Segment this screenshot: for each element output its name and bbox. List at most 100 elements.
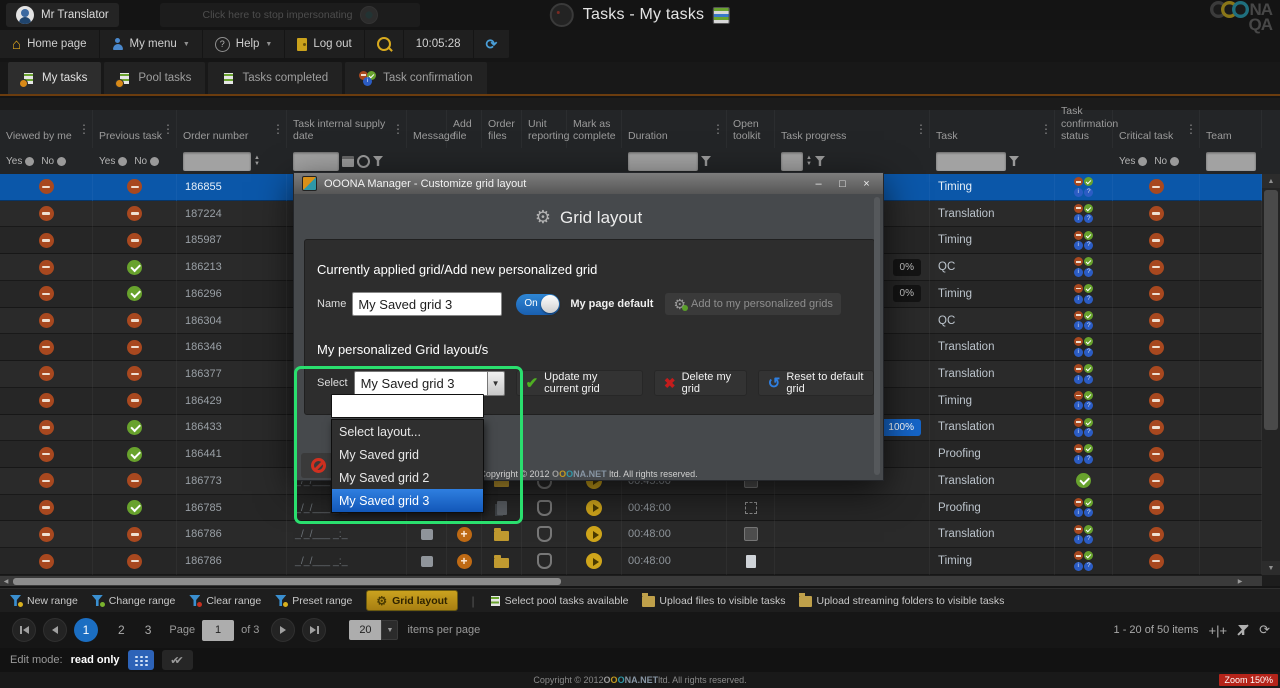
spinner-icon[interactable]: ▲▼ (254, 156, 260, 167)
order-files-stack-icon[interactable] (497, 501, 507, 515)
page-size-select[interactable]: 20 (349, 620, 381, 640)
preset-range-button[interactable]: Preset range (275, 595, 352, 607)
table-row[interactable]: 186785_/_/___ _:_00:48:00Proofingi? (0, 495, 1262, 522)
scroll-up-icon[interactable]: ▲ (1262, 174, 1280, 188)
select-pool-tasks-button[interactable]: Select pool tasks available (489, 594, 629, 607)
tab-my-tasks[interactable]: My tasks (8, 62, 101, 94)
unit-reporting-icon[interactable] (537, 526, 552, 542)
clear-range-button[interactable]: Clear range (189, 595, 261, 607)
dialog-scrollbar[interactable] (874, 197, 880, 475)
last-page-button[interactable] (302, 618, 326, 642)
scroll-right-icon[interactable]: ▶ (1234, 578, 1246, 585)
unit-reporting-icon[interactable] (537, 500, 552, 516)
filter-funnel-icon[interactable] (701, 156, 711, 166)
tab-pool-tasks[interactable]: Pool tasks (104, 62, 205, 94)
clock-icon[interactable] (357, 155, 370, 168)
column-header-duration[interactable]: Duration⋮ (622, 110, 727, 148)
no-radio[interactable] (1170, 157, 1179, 166)
column-header-files[interactable]: Order files (482, 110, 522, 148)
menu-home-page[interactable]: ⌂ Home page (0, 30, 100, 58)
column-header-msg[interactable]: Message (407, 110, 447, 148)
yes-radio[interactable] (118, 157, 127, 166)
column-header-date[interactable]: Task internal supply date⋮ (287, 110, 407, 148)
previous-page-button[interactable] (43, 618, 67, 642)
column-header-team[interactable]: Team (1200, 110, 1262, 148)
stop-impersonating-button[interactable]: Click here to stop impersonating (160, 3, 420, 27)
filter-funnel-icon[interactable] (815, 156, 825, 166)
menu-search[interactable] (365, 30, 404, 58)
menu-refresh[interactable]: ⟳ (474, 30, 511, 58)
order-files-folder-icon[interactable] (494, 531, 509, 541)
minimize-button[interactable]: – (810, 178, 827, 190)
fit-columns-icon[interactable]: +|+ (1209, 623, 1228, 638)
tab-task-confirmation[interactable]: i Task confirmation (345, 62, 486, 94)
filter-input[interactable] (183, 152, 251, 171)
grid-view-button[interactable] (128, 650, 154, 670)
new-range-button[interactable]: New range (10, 595, 78, 607)
dropdown-option[interactable]: Select layout... (332, 420, 483, 443)
calendar-icon[interactable] (342, 156, 354, 167)
column-header-critical[interactable]: Critical task⋮ (1113, 110, 1200, 148)
message-icon[interactable] (421, 529, 433, 540)
page-size-arrow-icon[interactable]: ▼ (381, 620, 398, 640)
page-2-button[interactable]: 2 (118, 623, 125, 637)
next-page-button[interactable] (271, 618, 295, 642)
dialog-title-bar[interactable]: OOONA Manager - Customize grid layout – … (294, 173, 883, 194)
spinner-icon[interactable]: ▲▼ (806, 156, 812, 167)
tab-tasks-completed[interactable]: Tasks completed (208, 62, 342, 94)
current-user-chip[interactable]: Mr Translator (6, 3, 119, 27)
filter-input[interactable] (628, 152, 698, 171)
add-file-icon[interactable]: + (457, 527, 472, 542)
column-header-task[interactable]: Task⋮ (930, 110, 1055, 148)
update-grid-button[interactable]: ✔ Update my current grid (516, 370, 643, 396)
no-radio[interactable] (150, 157, 159, 166)
upload-files-button[interactable]: Upload files to visible tasks (642, 594, 785, 607)
menu-help[interactable]: ? Help ▼ (203, 30, 286, 58)
column-menu-icon[interactable]: ⋮ (78, 122, 90, 136)
column-menu-icon[interactable]: ⋮ (272, 122, 284, 136)
select-arrow-icon[interactable]: ▼ (488, 371, 505, 396)
reset-grid-button[interactable]: ↺ Reset to default grid (758, 370, 874, 396)
no-radio[interactable] (57, 157, 66, 166)
column-header-progress[interactable]: Task progress⋮ (775, 110, 930, 148)
order-files-folder-icon[interactable] (494, 558, 509, 568)
column-menu-icon[interactable]: ⋮ (162, 122, 174, 136)
table-row[interactable]: 186786_/_/___ _:_+00:48:00Timingi? (0, 548, 1262, 575)
unit-reporting-icon[interactable] (537, 553, 552, 569)
menu-my-menu[interactable]: My menu ▼ (100, 30, 203, 58)
column-menu-icon[interactable]: ⋮ (915, 122, 927, 136)
change-range-button[interactable]: Change range (92, 595, 176, 607)
layout-select[interactable]: My Saved grid 3 ▼ (354, 371, 505, 396)
vertical-scrollbar[interactable]: ▲ ▼ (1262, 174, 1280, 575)
delete-grid-button[interactable]: ✖ Delete my grid (654, 370, 747, 396)
filter-input[interactable] (781, 152, 803, 171)
first-page-button[interactable] (12, 618, 36, 642)
close-window-button[interactable]: × (858, 178, 875, 190)
page-number-input[interactable] (202, 620, 234, 641)
menu-log-out[interactable]: Log out (285, 30, 364, 58)
reload-icon[interactable]: ⟳ (1259, 622, 1270, 638)
column-header-complete[interactable]: Mark as complete (567, 110, 622, 148)
filter-funnel-icon[interactable] (373, 156, 383, 166)
scroll-down-icon[interactable]: ▼ (1262, 561, 1280, 575)
column-menu-icon[interactable]: ⋮ (392, 122, 404, 136)
dropdown-filter-input[interactable] (331, 394, 484, 418)
filter-input[interactable] (293, 152, 339, 171)
dropdown-option-selected[interactable]: My Saved grid 3 (332, 489, 483, 512)
column-header-unit[interactable]: Unit reporting (522, 110, 567, 148)
column-menu-icon[interactable]: ⋮ (712, 122, 724, 136)
horizontal-scroll-thumb[interactable] (13, 578, 561, 585)
mark-complete-play-icon[interactable] (586, 553, 602, 569)
page-default-toggle[interactable]: On (516, 294, 560, 315)
current-page-button[interactable]: 1 (74, 618, 98, 642)
dropdown-option[interactable]: My Saved grid 2 (332, 466, 483, 489)
mark-complete-play-icon[interactable] (586, 526, 602, 542)
page-3-button[interactable]: 3 (145, 623, 152, 637)
mark-complete-play-icon[interactable] (586, 500, 602, 516)
grid-name-input[interactable] (352, 292, 502, 316)
add-to-grids-button[interactable]: ⚙ Add to my personalized grids (665, 293, 840, 315)
column-header-order[interactable]: Order number⋮ (177, 110, 287, 148)
yes-radio[interactable] (1138, 157, 1147, 166)
column-header-viewed[interactable]: Viewed by me⋮ (0, 110, 93, 148)
column-header-conf[interactable]: Task confirmation status (1055, 110, 1113, 148)
